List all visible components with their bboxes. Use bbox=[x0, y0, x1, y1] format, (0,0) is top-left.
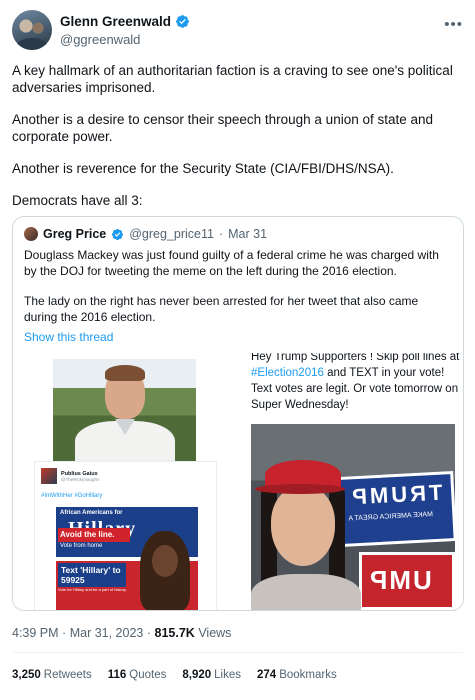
show-thread-link[interactable]: Show this thread bbox=[24, 330, 113, 344]
bookmarks-stat[interactable]: 274 Bookmarks bbox=[257, 669, 337, 681]
quoted-tweet-text: Douglass Mackey was just found guilty of… bbox=[24, 247, 454, 339]
retweets-label: Retweets bbox=[43, 669, 92, 681]
tweet-header: Glenn Greenwald @ggreenwald ••• bbox=[12, 10, 463, 50]
man-hair bbox=[105, 365, 145, 381]
retweets-stat[interactable]: 3,250 Retweets bbox=[12, 669, 92, 681]
poster-vote-from-home: Vote from home bbox=[60, 543, 103, 549]
quotes-count: 116 bbox=[107, 669, 127, 681]
meme-user-handle: @TheRickyVaughn bbox=[61, 476, 100, 482]
poster-text-instruction: Text 'Hillary' to 59925 bbox=[58, 563, 126, 587]
engagement-stats: 3,250 Retweets 116 Quotes 8,920 Likes 274 Bo… bbox=[12, 669, 337, 681]
meme-tweet-card: Publius Gaius @TheRickyVaughn #ImWithHer… bbox=[34, 461, 217, 610]
tweet-paragraph: Democrats have all 3: bbox=[12, 193, 143, 208]
meme-user-name: Publius Gaius bbox=[61, 470, 98, 477]
tweet-time[interactable]: 4:39 PM bbox=[12, 626, 59, 640]
woman-photo: TRUMP MAKE AMERICA GREAT A UMP bbox=[251, 424, 455, 610]
verified-badge-icon bbox=[176, 15, 189, 28]
tweet-paragraph: Another is reverence for the Security St… bbox=[12, 161, 394, 176]
quoted-date: Mar 31 bbox=[228, 227, 268, 241]
media-left-image[interactable]: Publius Gaius @TheRickyVaughn #ImWithHer… bbox=[13, 353, 238, 610]
right-tweet-text: Hey Trump Supporters ! Skip poll lines a… bbox=[251, 353, 461, 413]
bookmarks-label: Bookmarks bbox=[279, 669, 337, 681]
quoted-tweet-header: Greg Price @greg_price11 · Mar 31 bbox=[24, 227, 267, 241]
tweet-text: A key hallmark of an authoritarian facti… bbox=[12, 62, 462, 224]
tweet-timestamp: 4:39 PM · Mar 31, 2023 · 815.7K Views bbox=[12, 626, 231, 640]
poster-top-text: African Americans for bbox=[60, 510, 123, 516]
meme-user: Publius Gaius @TheRickyVaughn bbox=[41, 468, 100, 484]
trump-sign-blue: TRUMP MAKE AMERICA GREAT A bbox=[337, 471, 455, 547]
quoted-paragraph: Douglass Mackey was just found guilty of… bbox=[24, 248, 439, 278]
woman-shirt bbox=[251, 574, 361, 610]
quoted-tweet[interactable]: Greg Price @greg_price11 · Mar 31 Dougla… bbox=[12, 216, 464, 611]
tweet-date[interactable]: Mar 31, 2023 bbox=[70, 626, 144, 640]
author-name[interactable]: Glenn Greenwald bbox=[60, 14, 171, 29]
quoted-separator: · bbox=[218, 227, 224, 241]
meme-avatar bbox=[41, 468, 57, 484]
quotes-stat[interactable]: 116 Quotes bbox=[108, 669, 167, 681]
media-right-image[interactable]: Hey Trump Supporters ! Skip poll lines a… bbox=[239, 353, 463, 610]
timestamp-separator: · bbox=[146, 626, 152, 640]
sign-trump-text: TRUMP bbox=[348, 479, 444, 510]
likes-label: Likes bbox=[214, 669, 241, 681]
tweet-paragraph: A key hallmark of an authoritarian facti… bbox=[12, 63, 453, 95]
bookmarks-count: 274 bbox=[257, 669, 277, 681]
right-text-pre: Hey Trump Supporters ! Skip poll lines a… bbox=[251, 353, 460, 363]
author-handle[interactable]: @ggreenwald bbox=[60, 32, 140, 47]
poster-fine-print: Vote for Hillary and be a part of histor… bbox=[58, 587, 127, 592]
author-avatar[interactable] bbox=[12, 10, 52, 50]
quoted-author-avatar bbox=[24, 227, 38, 241]
poster-woman-figure bbox=[140, 531, 190, 610]
meme-hashtags: #ImWithHer #GoHillary bbox=[41, 493, 103, 499]
more-options-icon[interactable]: ••• bbox=[444, 16, 463, 33]
woman-face bbox=[271, 486, 335, 566]
red-cap-brim bbox=[255, 484, 345, 494]
retweets-count: 3,250 bbox=[12, 669, 41, 681]
poster-avoid-line: Avoid the line. bbox=[58, 528, 130, 542]
quoted-author-name: Greg Price bbox=[43, 227, 107, 241]
trump-sign-red: UMP bbox=[359, 552, 455, 610]
man-photo bbox=[53, 359, 196, 462]
divider bbox=[12, 652, 463, 653]
timestamp-separator: · bbox=[62, 626, 67, 640]
views-label: Views bbox=[198, 626, 232, 640]
quotes-label: Quotes bbox=[129, 669, 167, 681]
quoted-author-handle: @greg_price11 bbox=[129, 227, 214, 241]
likes-count: 8,920 bbox=[182, 669, 212, 681]
verified-badge-icon bbox=[112, 228, 124, 240]
meme-poster: African Americans for Hillary Avoid the … bbox=[56, 507, 198, 610]
views-count: 815.7K bbox=[154, 626, 195, 640]
tweet-paragraph: Another is a desire to censor their spee… bbox=[12, 112, 434, 144]
author-name-row[interactable]: Glenn Greenwald bbox=[60, 14, 190, 29]
election-hashtag: #Election2016 bbox=[251, 367, 324, 379]
sign-ump-text: UMP bbox=[368, 565, 432, 595]
quoted-paragraph: The lady on the right has never been arr… bbox=[24, 294, 419, 324]
sign-maga-text: MAKE AMERICA GREAT A bbox=[348, 511, 434, 523]
likes-stat[interactable]: 8,920 Likes bbox=[182, 669, 241, 681]
